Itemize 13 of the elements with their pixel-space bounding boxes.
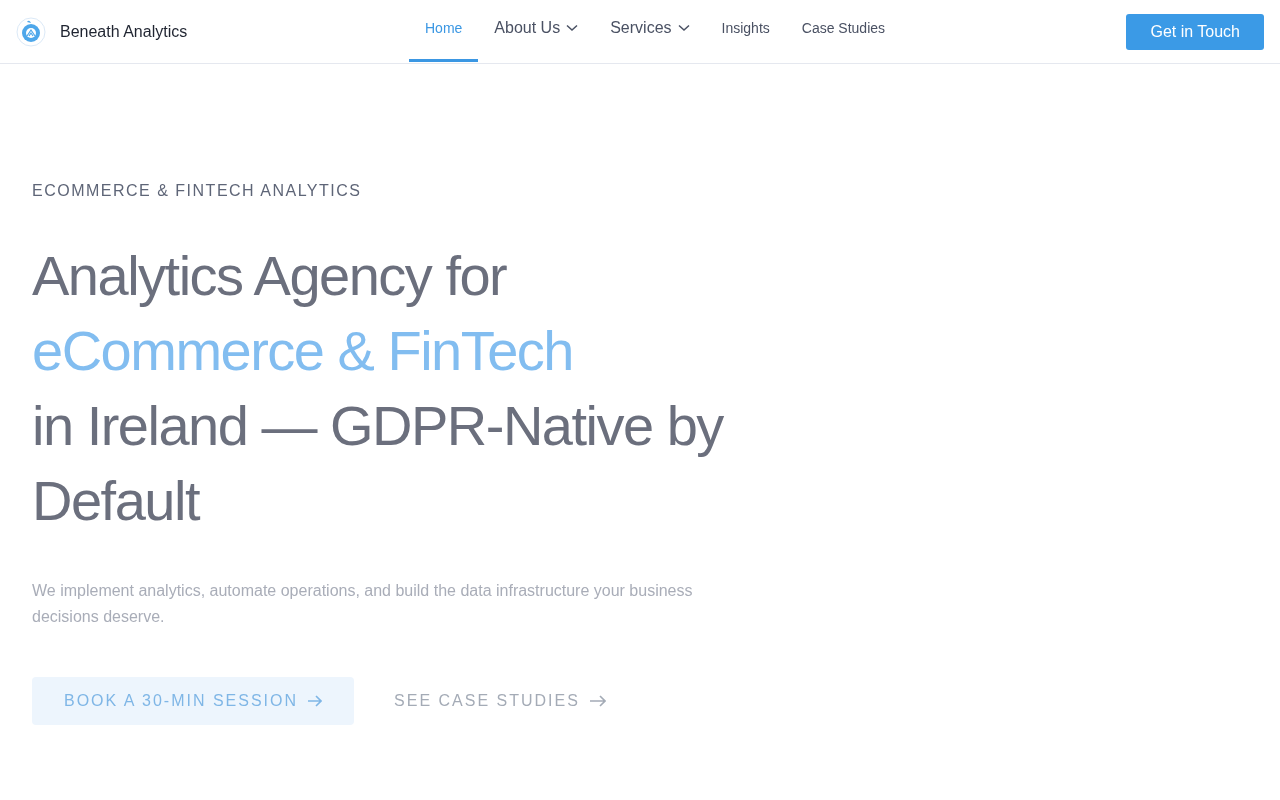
eyebrow-text: ECOMMERCE & FINTECH ANALYTICS xyxy=(32,182,363,200)
nav-link[interactable]: Case Studies xyxy=(785,0,902,62)
chevron-down-icon xyxy=(566,24,579,32)
logo-icon xyxy=(16,16,46,47)
nav-link[interactable]: Services xyxy=(594,0,706,62)
brand-name[interactable]: Beneath Analytics xyxy=(60,22,188,41)
hero-lead: We implement analytics, automate operations, and build the data infrastructure your business decisions deserve. xyxy=(32,581,694,627)
hero-headline: Analytics Agency for eCommerce & FinTech in Ireland — GDPR-Native by Default xyxy=(32,243,725,534)
nav-link[interactable]: Insights xyxy=(705,0,786,62)
chevron-down-icon xyxy=(677,24,690,32)
arrow-right-icon xyxy=(589,695,606,707)
arrow-right-icon xyxy=(308,695,323,707)
nav-link[interactable]: About Us xyxy=(478,0,595,62)
